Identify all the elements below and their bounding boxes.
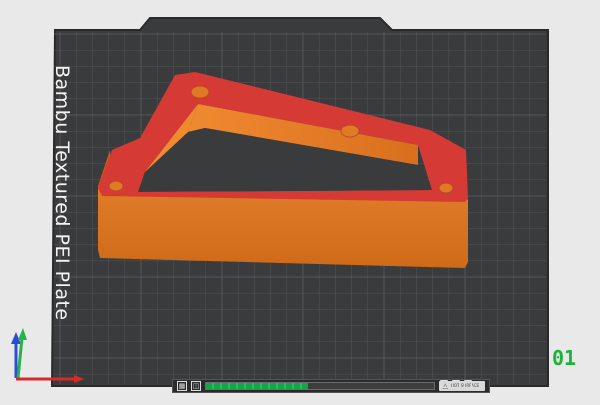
screw-hole bbox=[438, 182, 454, 194]
3d-viewport[interactable] bbox=[0, 0, 600, 405]
plate-number[interactable]: 01 bbox=[552, 346, 576, 370]
screen-icon[interactable] bbox=[452, 380, 460, 388]
plate-progress-fill bbox=[206, 383, 309, 389]
plate-progress-bar bbox=[205, 382, 435, 390]
layout-icon[interactable]: ◫ bbox=[191, 381, 201, 391]
plate-label: Bambu Textured PEI Plate bbox=[51, 65, 73, 321]
screw-hole bbox=[340, 124, 360, 138]
screw-hole bbox=[190, 85, 210, 99]
plate-tools bbox=[440, 380, 472, 388]
nozzle-icon[interactable] bbox=[440, 380, 448, 388]
nozzle-icon[interactable] bbox=[464, 380, 472, 388]
screw-hole bbox=[108, 180, 124, 192]
grid-icon[interactable]: ▦ bbox=[177, 381, 187, 391]
y-axis-arrow bbox=[18, 328, 27, 340]
